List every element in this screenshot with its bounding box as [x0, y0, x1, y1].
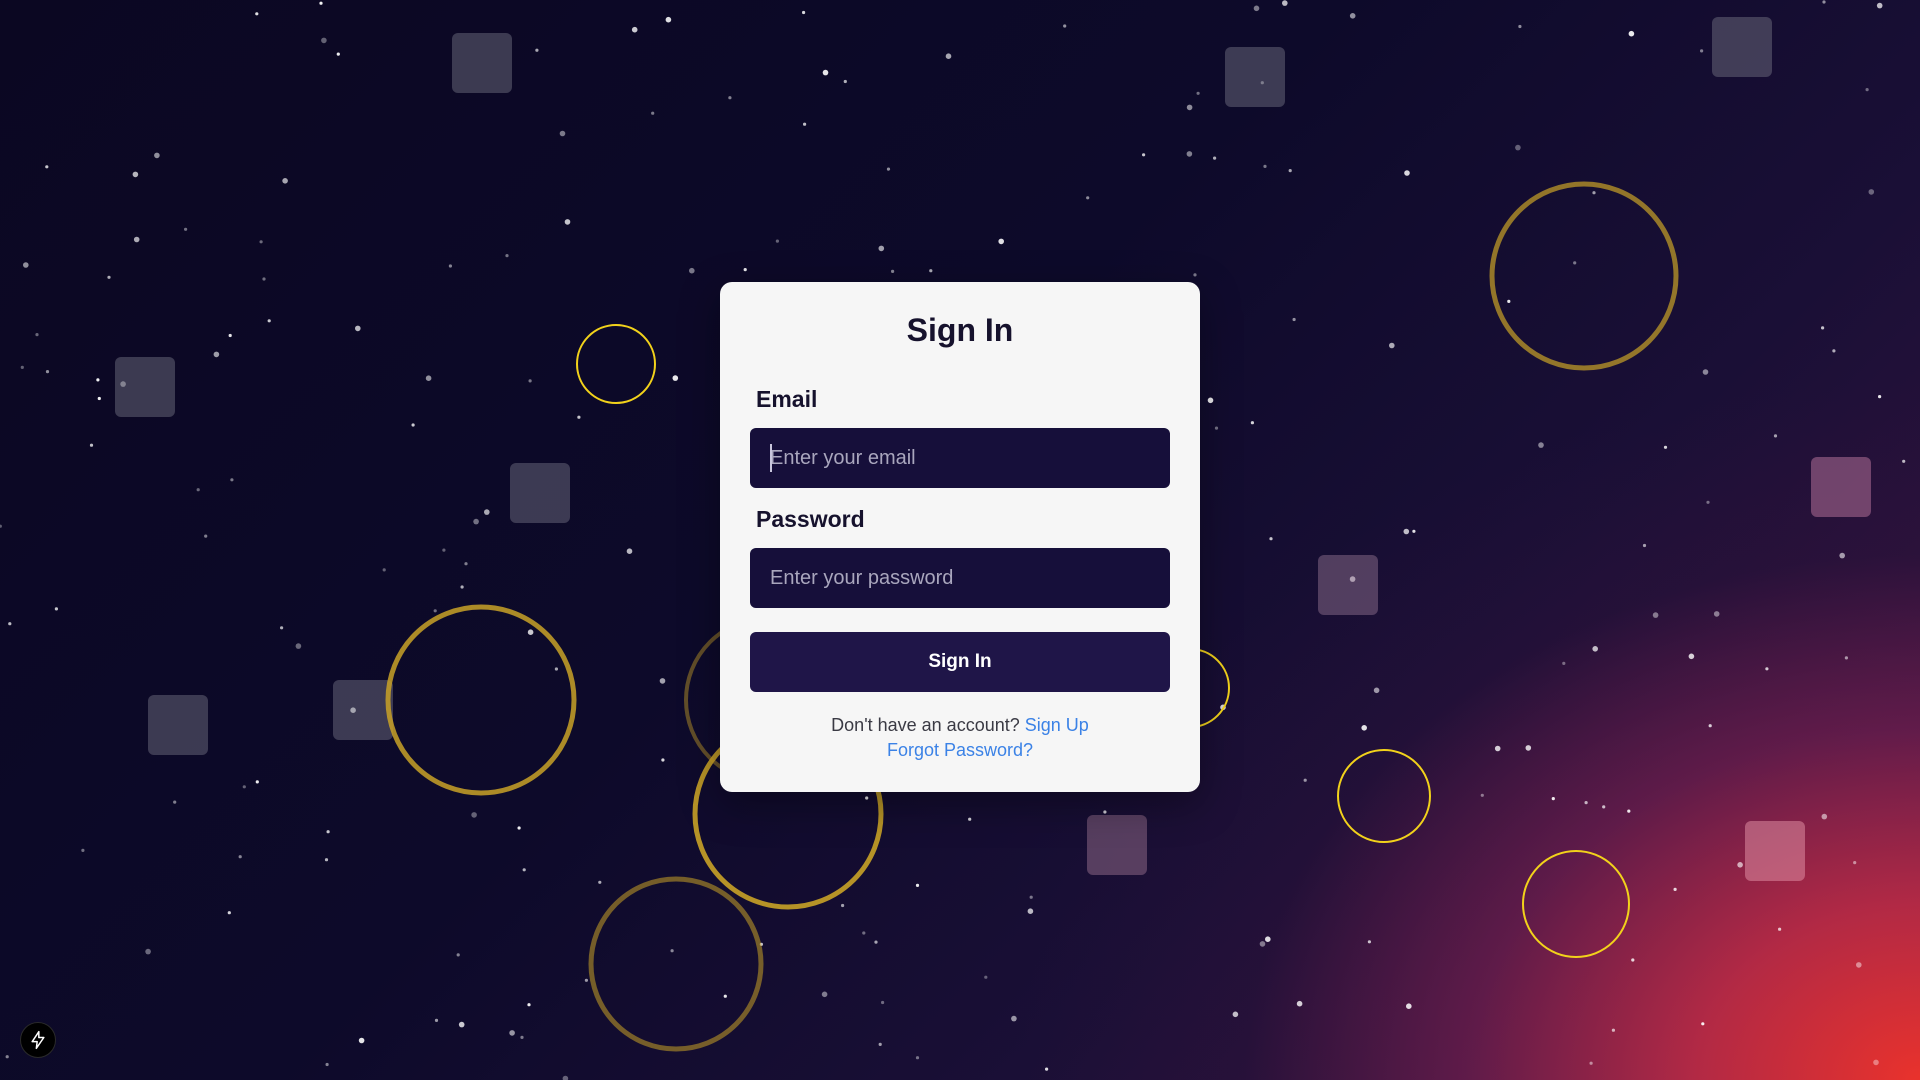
password-label: Password: [756, 506, 865, 532]
forgot-password-row: Forgot Password?: [720, 740, 1200, 761]
sign-up-link[interactable]: Sign Up: [1025, 715, 1089, 735]
floating-ring: [1489, 181, 1679, 371]
bolt-icon: [31, 1030, 45, 1050]
page-title: Sign In: [906, 312, 1014, 348]
floating-ring: [385, 604, 577, 796]
email-field[interactable]: [750, 428, 1170, 488]
sign-up-prompt: Don't have an account? Sign Up: [720, 715, 1200, 736]
sign-in-button[interactable]: Sign In: [750, 632, 1170, 692]
floating-ring: [576, 324, 656, 404]
password-field[interactable]: [750, 548, 1170, 608]
email-label: Email: [756, 386, 818, 412]
bolt-badge-button[interactable]: [20, 1022, 56, 1058]
forgot-password-link[interactable]: Forgot Password?: [887, 740, 1033, 760]
floating-ring: [1337, 749, 1431, 843]
floating-ring: [1522, 850, 1630, 958]
no-account-text: Don't have an account?: [831, 715, 1020, 735]
floating-ring: [588, 876, 764, 1052]
sign-in-card: Sign In Email Password Sign In Don't hav…: [720, 282, 1200, 792]
text-cursor: [770, 444, 772, 472]
